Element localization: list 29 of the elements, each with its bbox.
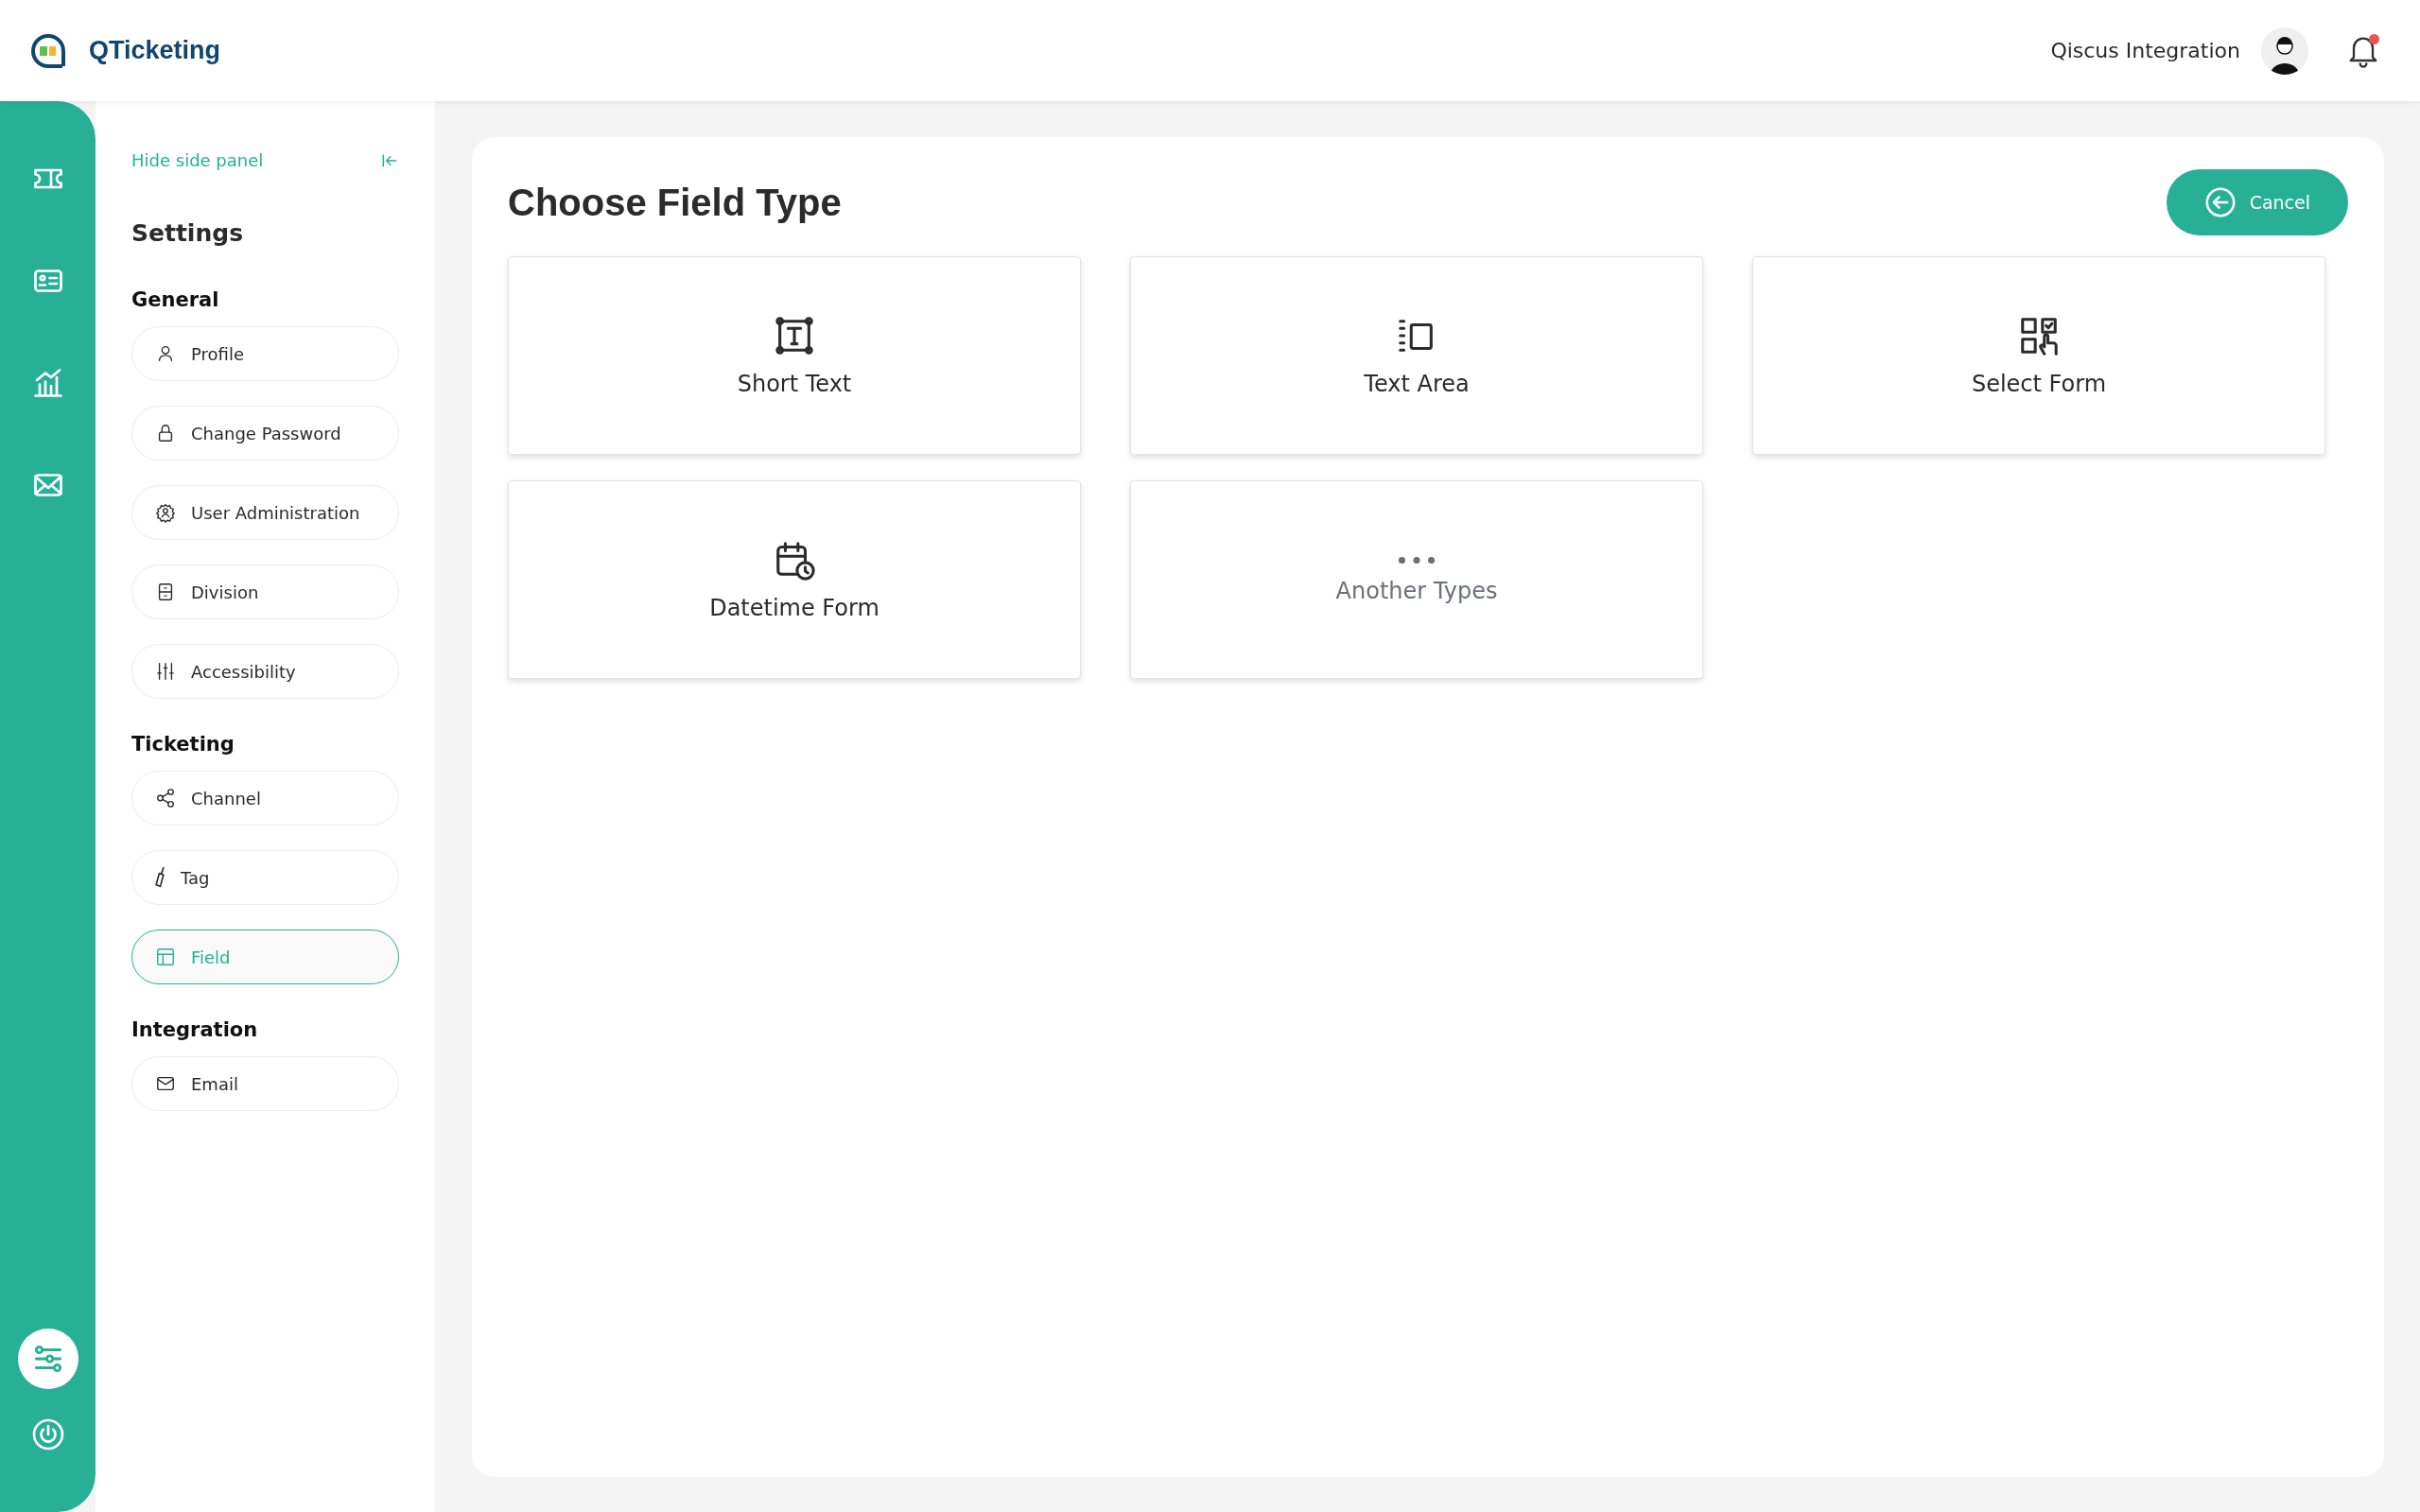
page-title: Choose Field Type [508,181,842,224]
field-type-card[interactable]: Another Types [1130,480,1703,679]
layout-icon [155,947,176,967]
settings-menu-item[interactable]: Change Password [131,406,399,461]
settings-menu-item[interactable]: Tag [131,850,399,905]
section-heading: General [131,288,220,311]
section-heading: Ticketing [131,733,235,756]
user-name: Qiscus Integration [2050,39,2240,62]
field-type-card[interactable]: Text Area [1130,256,1703,455]
app-name[interactable]: QTicketing [89,36,221,65]
share-icon [155,788,176,808]
section-heading: Integration [131,1018,259,1041]
field-type-card[interactable]: Datetime Form [508,480,1081,679]
settings-menu-item[interactable]: Email [131,1056,399,1111]
panel-title: Settings [131,219,244,247]
settings-menu-item[interactable]: User Administration [131,485,399,540]
sliders-icon [155,661,176,682]
text-box-icon [773,314,816,357]
settings-menu-item[interactable]: Division [131,565,399,619]
settings-menu-item[interactable]: Profile [131,326,399,381]
user-gear-icon [155,502,176,523]
field-type-card[interactable]: Short Text [508,256,1081,455]
tag-icon [155,867,165,888]
settings-menu-item[interactable]: Accessibility [131,644,399,699]
logo-icon [30,32,66,69]
more-icon [1398,555,1436,565]
power-icon[interactable] [30,1417,65,1451]
settings-menu-item[interactable]: Channel [131,771,399,826]
field-type-card[interactable]: Select Form [1752,256,2325,455]
